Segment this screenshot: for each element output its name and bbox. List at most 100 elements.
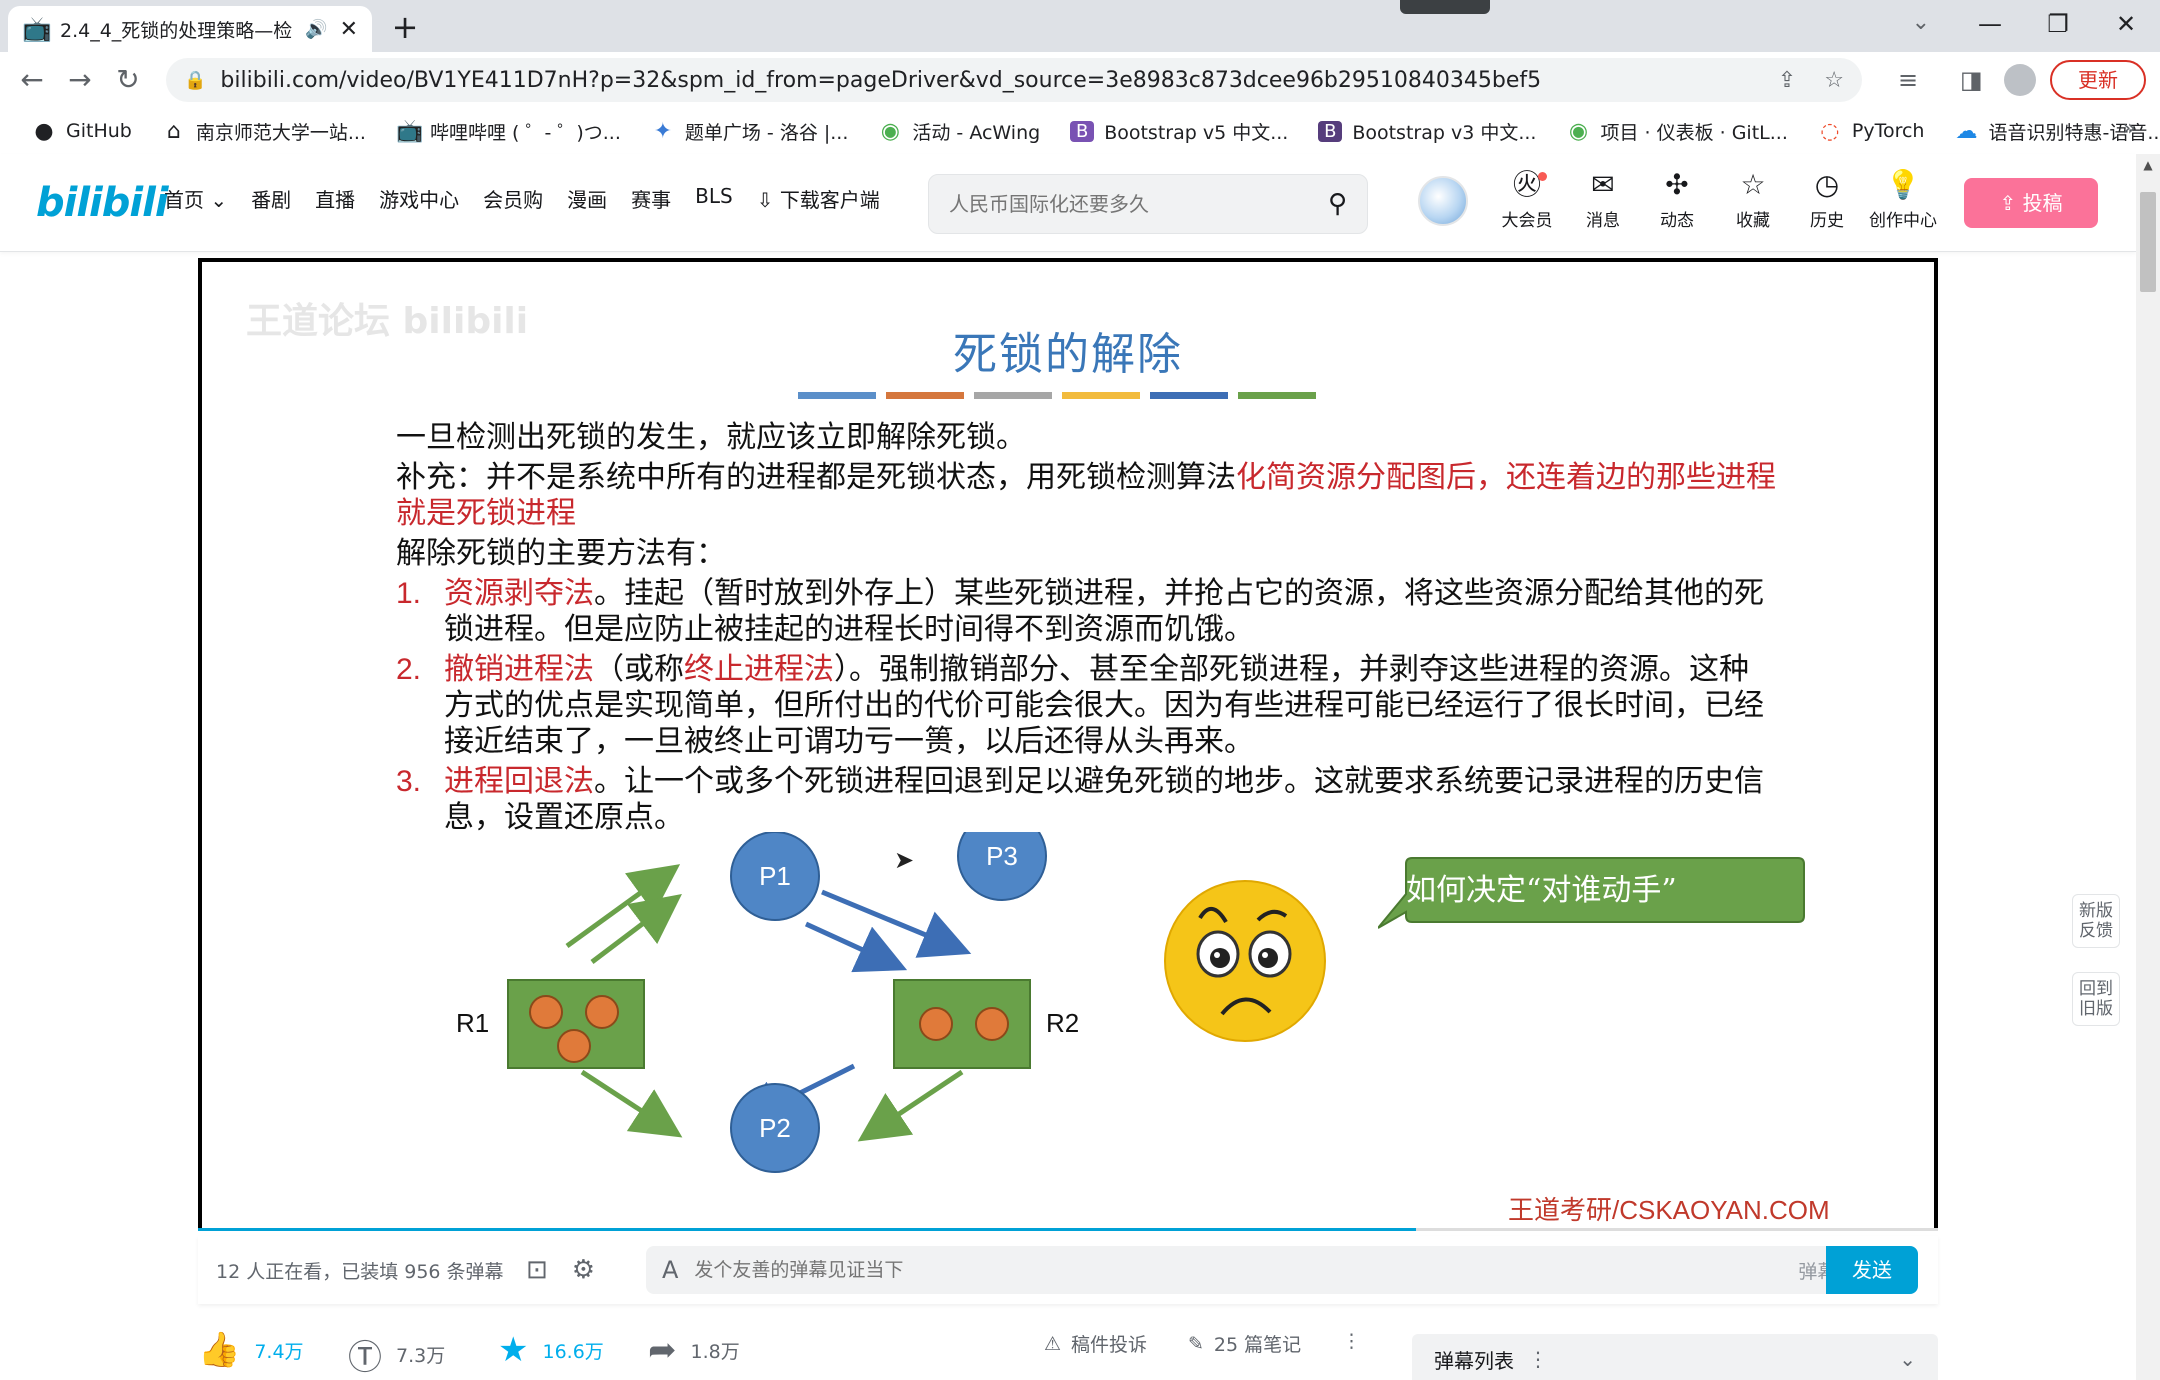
url-text[interactable]: bilibili.com/video/BV1YE411D7nH?p=32&spm…: [220, 68, 1749, 93]
bookmark-njnu[interactable]: ⌂ 南京师范大学一站...: [150, 118, 378, 145]
user-avatar[interactable]: [1418, 176, 1468, 226]
nav-home[interactable]: 首页 ⌄: [164, 184, 227, 213]
edge-r2-p2: [857, 1069, 964, 1142]
color-bar: [1062, 392, 1140, 399]
chevron-down-icon[interactable]: ⌄: [1899, 1347, 1916, 1371]
scroll-up-arrow-icon[interactable]: ▲: [2136, 158, 2160, 172]
nav-game-center[interactable]: 游戏中心: [379, 184, 459, 213]
address-bar[interactable]: 🔒 bilibili.com/video/BV1YE411D7nH?p=32&s…: [166, 58, 1862, 102]
pytorch-icon: ◌: [1820, 118, 1840, 144]
more-options-icon[interactable]: ⋮: [1342, 1330, 1361, 1352]
notes-link[interactable]: ✎ 25 篇笔记: [1188, 1330, 1301, 1357]
favorite-button[interactable]: ★ 16.6万: [498, 1330, 604, 1370]
bookmark-pytorch[interactable]: ◌ PyTorch: [1806, 119, 1937, 144]
nav-bls[interactable]: BLS: [695, 184, 733, 213]
more-options-icon[interactable]: ⋮: [1528, 1347, 1548, 1371]
resource-r2: [893, 979, 1031, 1069]
back-to-old-version-button[interactable]: 回到旧版: [2072, 972, 2120, 1026]
reading-list-icon[interactable]: ≡: [1898, 66, 1918, 94]
mail-icon: ✉: [1591, 168, 1615, 201]
coin-button[interactable]: Ⓣ 7.3万: [348, 1330, 445, 1379]
search-box: ⚲: [928, 174, 1368, 234]
tab-title: 2.4_4_死锁的处理策略—检测: [60, 19, 294, 42]
warning-icon: ⚠: [1044, 1332, 1062, 1355]
screen-notch: [1400, 0, 1490, 14]
nav-anime[interactable]: 番剧: [251, 184, 291, 213]
nav-live[interactable]: 直播: [315, 184, 355, 213]
more-bookmarks-icon[interactable]: »: [2123, 116, 2136, 141]
label-r2: R2: [1046, 1008, 1079, 1038]
method-item: 3. 进程回退法。让一个或多个死锁进程回退到足以避免死锁的地步。这就要求系统要记…: [396, 764, 1764, 835]
main-nav: 首页 ⌄ 番剧 直播 游戏中心 会员购 漫画 赛事 BLS ⇩ 下载客户端: [164, 184, 880, 213]
slide-line: 一旦检测出死锁的发生，就应该立即解除死锁。: [396, 420, 1026, 455]
search-icon[interactable]: ⚲: [1328, 189, 1347, 219]
speaker-icon[interactable]: 🔊: [305, 19, 327, 40]
bookmark-luogu[interactable]: ✦ 题单广场 - 洛谷 |...: [639, 118, 861, 145]
danmaku-input[interactable]: [694, 1259, 1799, 1281]
close-window-button[interactable]: ✕: [2092, 0, 2160, 52]
text-style-icon[interactable]: A: [662, 1256, 678, 1284]
lock-icon[interactable]: 🔒: [184, 70, 206, 91]
bookmark-github[interactable]: ● GitHub: [20, 119, 144, 144]
bookmark-star-icon[interactable]: ☆: [1824, 68, 1844, 93]
video-player[interactable]: 王道论坛 bilibili 死锁的解除 一旦检测出死锁的发生，就应该立即解除死锁…: [198, 258, 1938, 1230]
send-button[interactable]: 发送: [1826, 1246, 1918, 1294]
search-input[interactable]: [949, 192, 1328, 216]
process-p2: P2: [730, 1083, 820, 1173]
header-messages[interactable]: ✉ 消息: [1566, 168, 1640, 231]
process-p1: P1: [730, 832, 820, 921]
pinwheel-icon: ✣: [1665, 168, 1689, 201]
reload-icon[interactable]: ↻: [110, 62, 146, 98]
nav-manga[interactable]: 漫画: [567, 184, 607, 213]
like-button[interactable]: 👍 7.4万: [198, 1330, 304, 1370]
upload-button[interactable]: ⇪ 投稿: [1964, 178, 2098, 228]
header-favorites[interactable]: ☆ 收藏: [1716, 168, 1790, 231]
side-panel-icon[interactable]: ◨: [1960, 66, 1983, 94]
browser-tab-strip: 📺 2.4_4_死锁的处理策略—检测 🔊 ✕ + ⌄ — ❐ ✕: [0, 0, 2160, 52]
process-p3: P3: [957, 832, 1047, 901]
bookmark-bootstrap3[interactable]: B Bootstrap v3 中文...: [1306, 118, 1548, 145]
minimize-button[interactable]: —: [1956, 0, 2024, 52]
share-button[interactable]: ➦ 1.8万: [648, 1330, 740, 1370]
methods-heading: 解除死锁的主要方法有：: [396, 536, 726, 571]
nav-esports[interactable]: 赛事: [631, 184, 671, 213]
bookmark-acwing[interactable]: ◉ 活动 - AcWing: [866, 118, 1052, 145]
video-progress-bar[interactable]: [198, 1228, 1938, 1231]
edge-p1-r2: [804, 921, 908, 973]
vip-icon: ㊋: [1512, 168, 1541, 201]
upload-icon: ⇪: [1999, 191, 2023, 215]
scrollbar-thumb[interactable]: [2140, 192, 2156, 292]
supplement: 补充：并不是系统中所有的进程都是死锁状态，用死锁检测算法化简资源分配图后，还连着…: [396, 460, 1776, 531]
forward-arrow-icon[interactable]: →: [62, 62, 98, 98]
danmaku-settings-icon[interactable]: ⚙: [572, 1255, 595, 1285]
nav-mall[interactable]: 会员购: [483, 184, 543, 213]
close-tab-icon[interactable]: ✕: [340, 17, 358, 42]
browser-tab-active[interactable]: 📺 2.4_4_死锁的处理策略—检测 🔊 ✕: [8, 6, 372, 52]
progress-fill: [198, 1228, 1416, 1231]
color-bar: [974, 392, 1052, 399]
header-history[interactable]: ◷ 历史: [1790, 168, 1864, 231]
update-button[interactable]: 更新: [2050, 60, 2146, 100]
nav-download-client[interactable]: ⇩ 下载客户端: [757, 184, 880, 213]
back-arrow-icon[interactable]: ←: [14, 62, 50, 98]
chevron-down-icon[interactable]: ⌄: [1912, 10, 1930, 35]
bootstrap-icon: B: [1070, 120, 1095, 142]
danmaku-list-panel[interactable]: 弹幕列表 ⋮ ⌄: [1412, 1334, 1938, 1380]
bookmark-bootstrap5[interactable]: B Bootstrap v5 中文...: [1058, 118, 1300, 145]
new-version-feedback-button[interactable]: 新版反馈: [2072, 894, 2120, 948]
bookmark-bilibili[interactable]: 📺 哔哩哔哩 ( ゜- ゜)つ...: [384, 118, 633, 145]
danmaku-toggle-icon[interactable]: ⊡: [526, 1255, 548, 1285]
header-vip[interactable]: ㊋ 大会员: [1490, 168, 1564, 231]
new-tab-button[interactable]: +: [388, 8, 422, 46]
restore-button[interactable]: ❐: [2024, 0, 2092, 52]
bookmark-gitlab[interactable]: ◉ 项目 · 仪表板 · GitL...: [1554, 118, 1799, 145]
share-icon[interactable]: ⇪: [1778, 68, 1796, 93]
gitlab-icon: ◉: [1568, 118, 1589, 144]
report-link[interactable]: ⚠ 稿件投诉: [1044, 1330, 1147, 1357]
header-creator-center[interactable]: 💡 创作中心: [1866, 168, 1940, 231]
bilibili-logo[interactable]: bilibili: [36, 180, 169, 226]
page-scrollbar[interactable]: ▲: [2136, 154, 2160, 1380]
header-dynamics[interactable]: ✣ 动态: [1640, 168, 1714, 231]
profile-avatar[interactable]: [2004, 64, 2036, 96]
method-item: 1. 资源剥夺法。挂起（暂时放到外存上）某些死锁进程，并抢占它的资源，将这些资源…: [396, 576, 1764, 647]
